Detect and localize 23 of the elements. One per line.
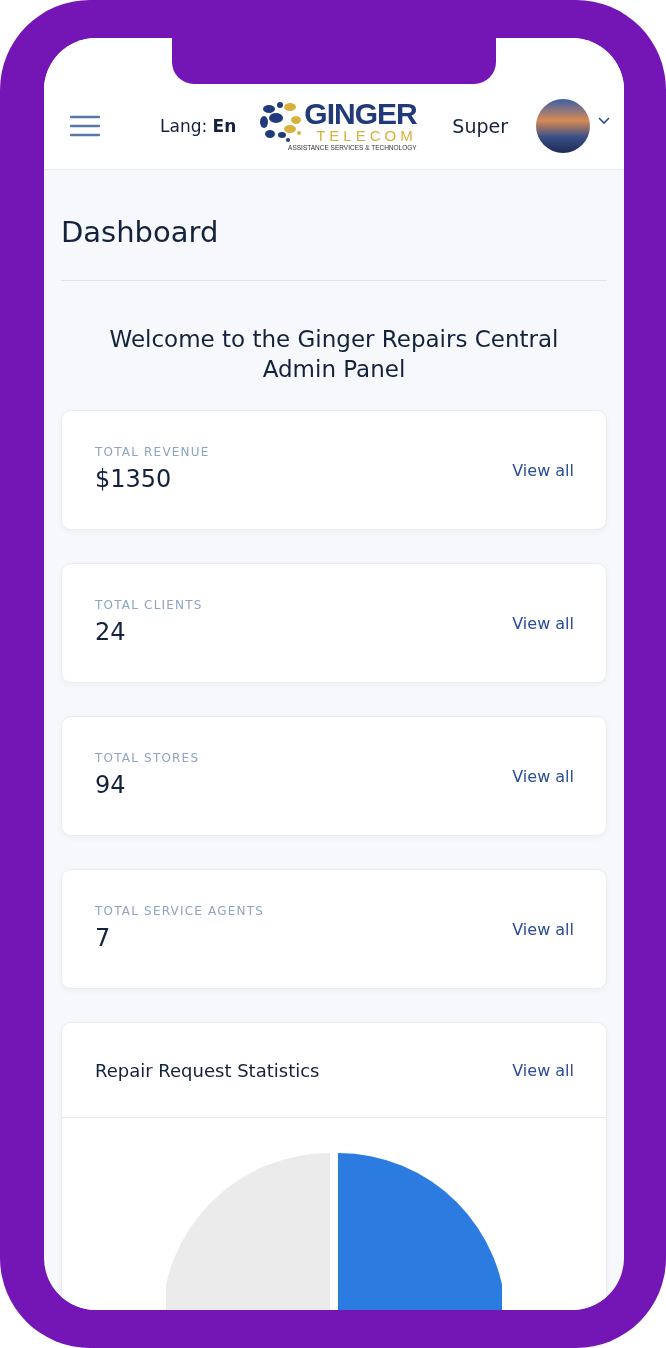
chevron-down-icon[interactable] [598, 116, 610, 125]
avatar-photo-placeholder[interactable] [536, 98, 590, 153]
logo-subtitle: TELECOM [316, 127, 417, 143]
page-title: Dashboard [61, 214, 220, 250]
stat-value: 7 [95, 924, 112, 952]
view-all-link[interactable]: View all [512, 460, 574, 480]
stat-label: TOTAL SERVICE AGENTS [95, 904, 265, 918]
view-all-link[interactable]: View all [512, 613, 574, 633]
user-name: Super [452, 114, 508, 137]
logo-wordmark: GINGER [304, 99, 417, 128]
stat-label: TOTAL STORES [95, 751, 200, 765]
menu-icon[interactable] [70, 114, 100, 137]
stat-value: 94 [95, 771, 127, 799]
view-all-link[interactable]: View all [512, 919, 574, 939]
welcome-heading: Welcome to the Ginger Repairs Central Admin Panel [108, 325, 560, 384]
language-selector[interactable]: Lang: En [160, 115, 237, 136]
stat-label: TOTAL REVENUE [95, 445, 210, 459]
view-all-link[interactable]: View all [512, 1060, 574, 1080]
stat-label: TOTAL CLIENTS [95, 598, 203, 612]
chart-title: Repair Request Statistics [95, 1059, 320, 1081]
stat-value: $1350 [95, 465, 173, 493]
stat-value: 24 [95, 618, 127, 646]
view-all-link[interactable]: View all [512, 766, 574, 786]
